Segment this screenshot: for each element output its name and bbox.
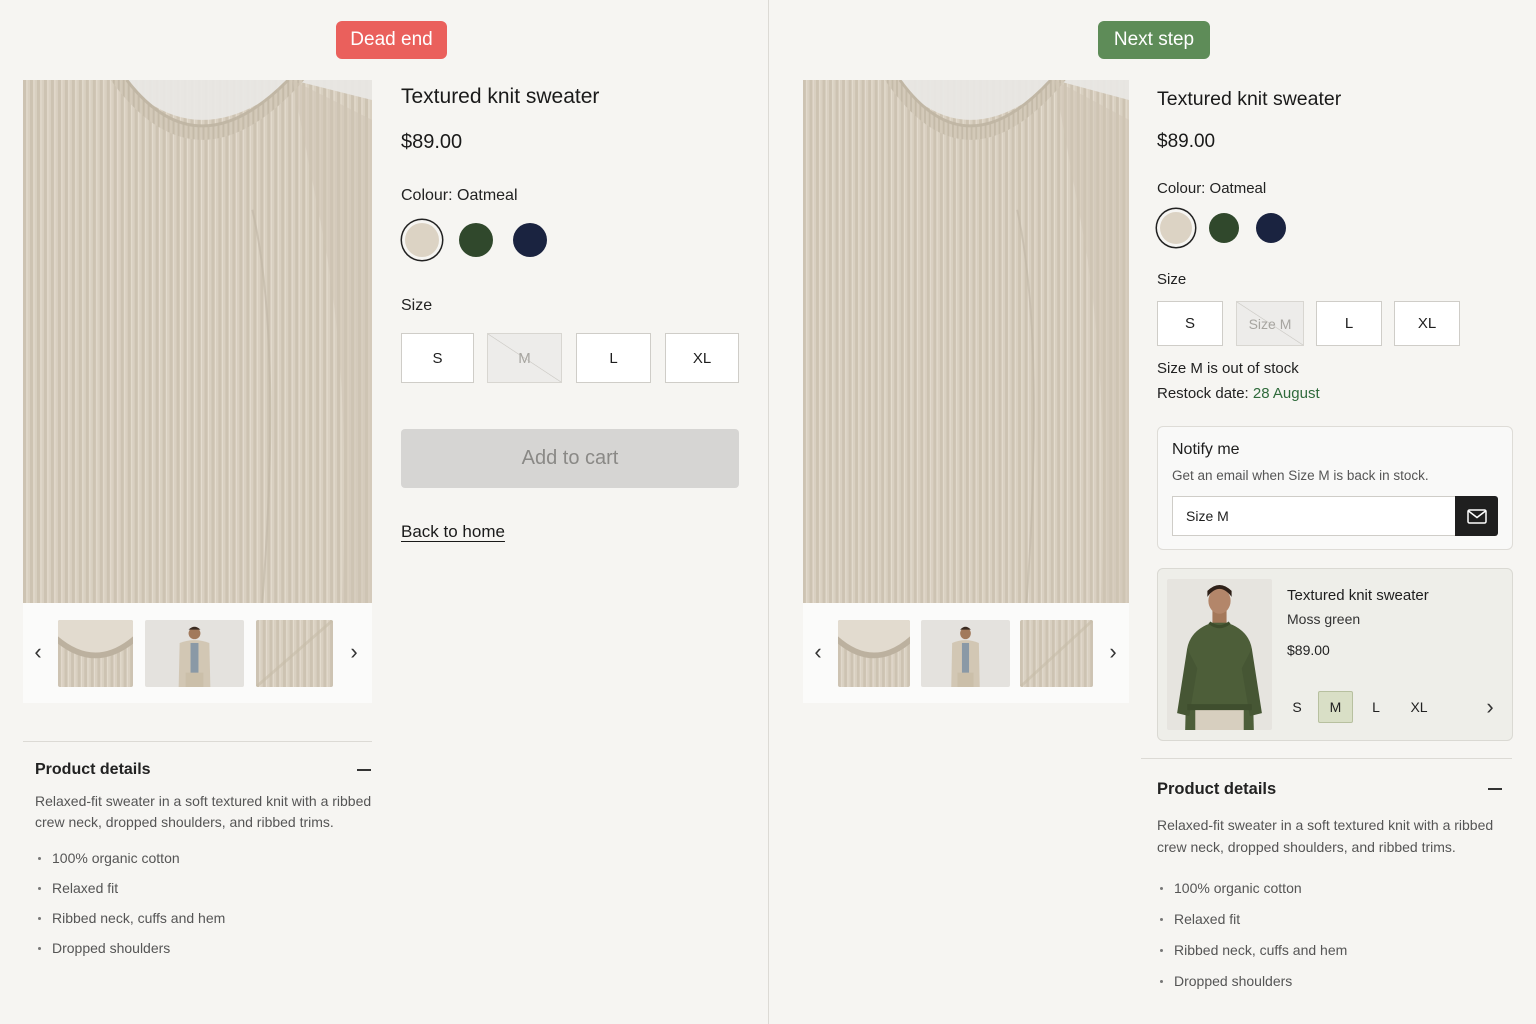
product-main-image	[23, 80, 372, 603]
swatch-oatmeal[interactable]	[1160, 212, 1192, 244]
size-label: Size	[1157, 271, 1187, 288]
back-to-home-link[interactable]: Back to home	[401, 522, 505, 542]
detail-bullet: 100% organic cotton	[38, 850, 180, 866]
thumbnail-knit-detail[interactable]	[256, 620, 333, 687]
panel-divider	[768, 0, 769, 1024]
notify-submit-button[interactable]	[1455, 496, 1498, 536]
product-price: $89.00	[401, 131, 463, 153]
size-s-button[interactable]: S	[1157, 301, 1223, 346]
size-label: Size	[401, 297, 433, 314]
size-xl-button[interactable]: XL	[1394, 301, 1460, 346]
detail-bullet: Relaxed fit	[1160, 911, 1240, 927]
restock-info: Restock date: 28 August	[1157, 385, 1320, 402]
notify-size-field[interactable]: Size M	[1172, 496, 1456, 536]
add-to-cart-button-disabled: Add to cart	[401, 429, 739, 488]
size-l-button[interactable]: L	[1316, 301, 1382, 346]
colour-label: Colour: Oatmeal	[1157, 180, 1267, 197]
product-price: $89.00	[1157, 131, 1216, 152]
detail-bullet: Ribbed neck, cuffs and hem	[1160, 942, 1347, 958]
dead-end-badge: Dead end	[336, 21, 447, 59]
product-main-image	[803, 80, 1129, 603]
size-m-button-out-of-stock[interactable]: Size M	[1236, 301, 1304, 346]
alternative-product-colour: Moss green	[1287, 611, 1361, 627]
thumbnail-collar[interactable]	[58, 620, 133, 687]
minus-icon[interactable]	[1488, 788, 1502, 790]
product-details-title[interactable]: Product details	[35, 761, 151, 779]
restock-date: 28 August	[1252, 385, 1320, 402]
swatch-navy[interactable]	[1256, 213, 1286, 243]
alt-size-s[interactable]: S	[1285, 691, 1309, 723]
alternative-product-title[interactable]: Textured knit sweater	[1287, 587, 1429, 604]
detail-bullet: Dropped shoulders	[1160, 973, 1292, 989]
thumbnail-collar[interactable]	[838, 620, 910, 687]
chevron-right-icon[interactable]: ›	[1103, 638, 1123, 666]
alternative-product-image[interactable]	[1167, 579, 1272, 730]
minus-icon[interactable]	[357, 769, 371, 771]
notify-subtitle: Get an email when Size M is back in stoc…	[1172, 468, 1429, 483]
swatch-navy[interactable]	[513, 223, 547, 257]
size-s-button[interactable]: S	[401, 333, 474, 383]
alt-size-m-selected[interactable]: M	[1318, 691, 1353, 723]
swatch-moss-green[interactable]	[1209, 213, 1239, 243]
swatch-oatmeal[interactable]	[405, 223, 439, 257]
thumbnail-knit-detail[interactable]	[1020, 620, 1093, 687]
mail-icon	[1466, 508, 1487, 524]
thumbnail-model[interactable]	[921, 620, 1010, 687]
alt-size-xl[interactable]: XL	[1404, 691, 1434, 723]
next-step-badge: Next step	[1098, 21, 1210, 59]
colour-label: Colour: Oatmeal	[401, 187, 518, 204]
details-divider	[23, 741, 372, 742]
alt-size-l[interactable]: L	[1364, 691, 1388, 723]
product-title: Textured knit sweater	[401, 85, 600, 108]
detail-bullet: 100% organic cotton	[1160, 880, 1302, 896]
chevron-right-icon[interactable]: ›	[344, 638, 364, 666]
size-m-button-sold-out: M	[487, 333, 562, 383]
size-l-button[interactable]: L	[576, 333, 651, 383]
chevron-left-icon[interactable]: ‹	[808, 638, 828, 666]
size-xl-button[interactable]: XL	[665, 333, 739, 383]
alternative-product-price: $89.00	[1287, 642, 1330, 658]
product-description: Relaxed-fit sweater in a soft textured k…	[1157, 817, 1494, 855]
details-divider	[1141, 758, 1512, 759]
product-title: Textured knit sweater	[1157, 88, 1342, 110]
out-of-stock-message: Size M is out of stock	[1157, 360, 1299, 377]
detail-bullet: Ribbed neck, cuffs and hem	[38, 910, 225, 926]
swatch-moss-green[interactable]	[459, 223, 493, 257]
chevron-left-icon[interactable]: ‹	[28, 638, 48, 666]
chevron-right-icon[interactable]: ›	[1480, 693, 1500, 721]
detail-bullet: Relaxed fit	[38, 880, 118, 896]
thumbnail-model[interactable]	[145, 620, 244, 687]
notify-title: Notify me	[1172, 441, 1240, 458]
product-details-title[interactable]: Product details	[1157, 780, 1276, 799]
product-description: Relaxed-fit sweater in a soft textured k…	[35, 793, 372, 830]
detail-bullet: Dropped shoulders	[38, 940, 170, 956]
